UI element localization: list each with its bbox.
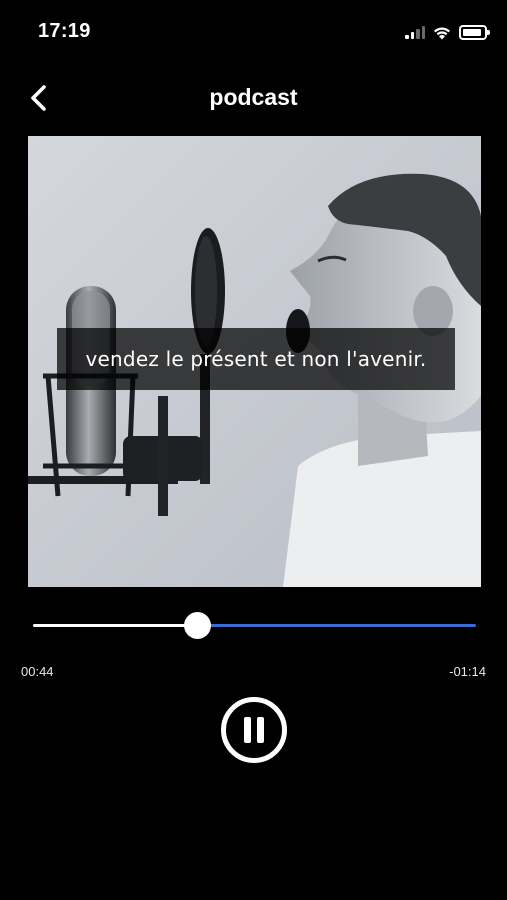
page-title: podcast <box>209 84 298 110</box>
nav-bar: podcast <box>0 70 507 126</box>
status-icons <box>405 23 490 41</box>
battery-icon <box>459 24 490 40</box>
status-time: 17:19 <box>38 20 91 42</box>
signal-icon <box>405 25 425 39</box>
remaining-time: -01:14 <box>449 664 486 679</box>
caption-text: vendez le présent et non l'avenir. <box>85 347 427 371</box>
progress-remaining-track <box>197 624 476 627</box>
status-bar: 17:19 <box>0 0 507 64</box>
progress-thumb[interactable] <box>184 612 211 639</box>
progress-slider[interactable] <box>33 610 476 642</box>
caption-box: vendez le présent et non l'avenir. <box>57 328 455 390</box>
progress-played-track <box>33 624 197 627</box>
pause-button[interactable] <box>220 696 288 764</box>
podcast-cover-image: vendez le présent et non l'avenir. <box>28 136 481 587</box>
wifi-icon <box>434 27 450 39</box>
pause-icon <box>221 697 287 763</box>
elapsed-time: 00:44 <box>21 664 54 679</box>
